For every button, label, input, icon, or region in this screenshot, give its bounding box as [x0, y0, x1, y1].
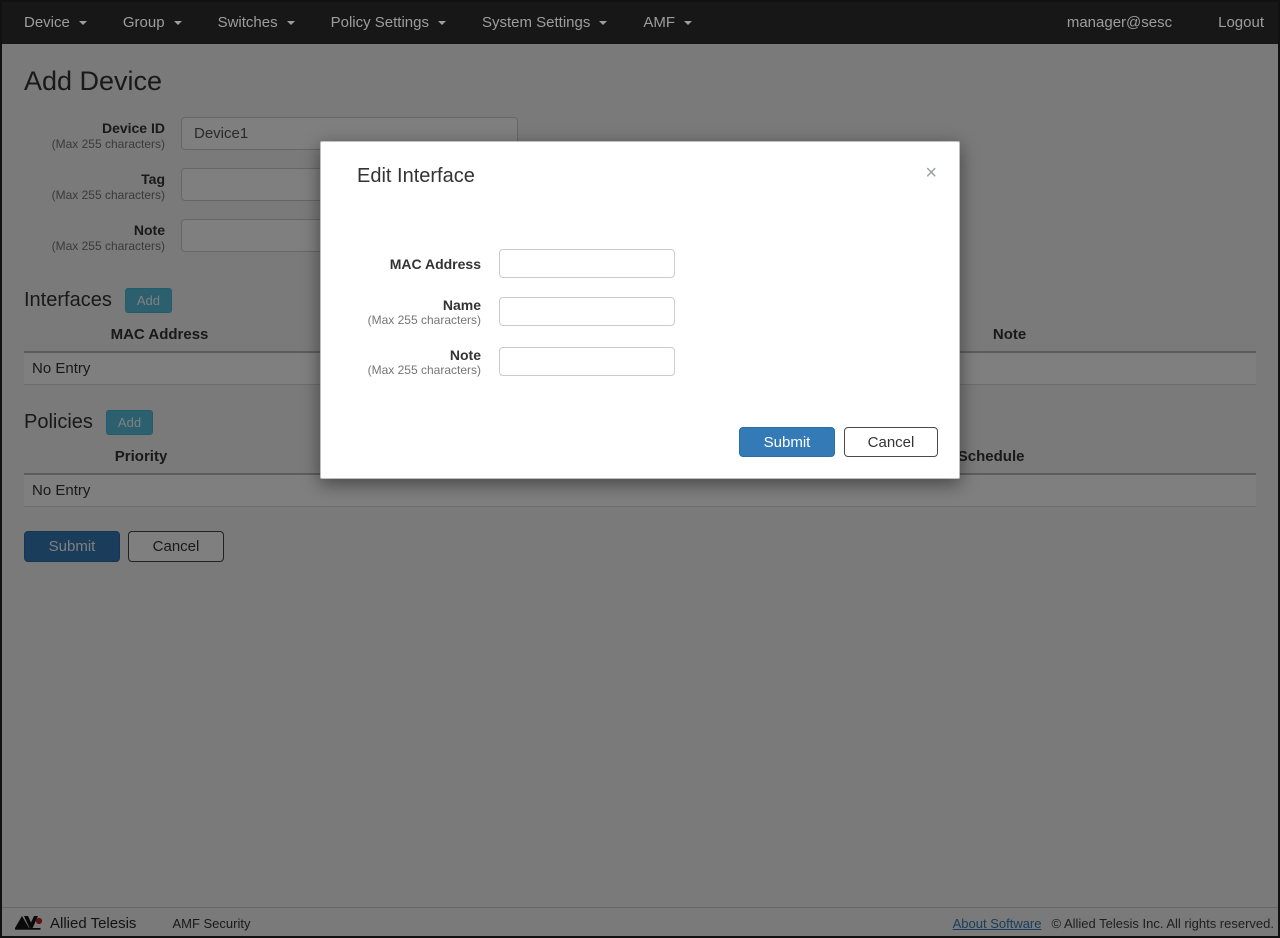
modal-note-row: Note (Max 255 characters): [321, 347, 959, 378]
menu-amf[interactable]: AMF: [643, 13, 693, 31]
menu-device[interactable]: Device: [24, 14, 87, 31]
menu-device-label: Device: [24, 13, 70, 31]
chevron-down-icon: [599, 21, 608, 25]
chevron-down-icon: [78, 21, 87, 25]
chevron-down-icon: [286, 21, 295, 25]
modal-name-label: Name (Max 255 characters): [367, 297, 481, 327]
modal-header: Edit Interface ×: [321, 142, 959, 188]
menu-group[interactable]: Group: [123, 14, 182, 31]
menu-policy-settings-label: Policy Settings: [330, 13, 429, 31]
menu-system-settings-label: System Settings: [481, 13, 591, 31]
menu-switches-label: Switches: [217, 13, 278, 31]
modal-note-input[interactable]: [499, 347, 675, 376]
modal-cancel-button[interactable]: Cancel: [844, 427, 938, 457]
logged-in-user: manager@sesc: [1066, 13, 1173, 31]
modal-title: Edit Interface: [357, 165, 475, 187]
modal-submit-button[interactable]: Submit: [739, 427, 835, 457]
chevron-down-icon: [437, 21, 446, 25]
modal-mac-address-row: MAC Address: [321, 249, 959, 278]
modal-note-label: Note (Max 255 characters): [367, 347, 481, 377]
menu-amf-label: AMF: [643, 13, 676, 31]
modal-name-input[interactable]: [499, 297, 675, 326]
close-icon[interactable]: ×: [925, 163, 937, 183]
menu-policy-settings[interactable]: Policy Settings: [331, 14, 446, 31]
logout-button[interactable]: Logout: [1218, 14, 1264, 31]
modal-body: MAC Address Name (Max 255 characters) No…: [321, 188, 959, 378]
menu-switches[interactable]: Switches: [218, 14, 295, 31]
menu-group-label: Group: [122, 13, 165, 31]
modal-name-row: Name (Max 255 characters): [321, 297, 959, 328]
modal-mac-address-input[interactable]: [499, 249, 675, 278]
chevron-down-icon: [173, 21, 182, 25]
modal-footer: Submit Cancel: [739, 427, 938, 457]
edit-interface-modal: Edit Interface × MAC Address Name (Max 2…: [320, 141, 960, 479]
menu-system-settings[interactable]: System Settings: [481, 13, 608, 31]
modal-mac-address-label: MAC Address: [389, 256, 481, 272]
navbar-right: manager@sesc Logout: [1067, 14, 1264, 31]
app-screen: Device Group Switches Policy Settings Sy…: [0, 0, 1280, 938]
chevron-down-icon: [684, 21, 693, 25]
top-navbar: Device Group Switches Policy Settings Sy…: [0, 0, 1280, 44]
